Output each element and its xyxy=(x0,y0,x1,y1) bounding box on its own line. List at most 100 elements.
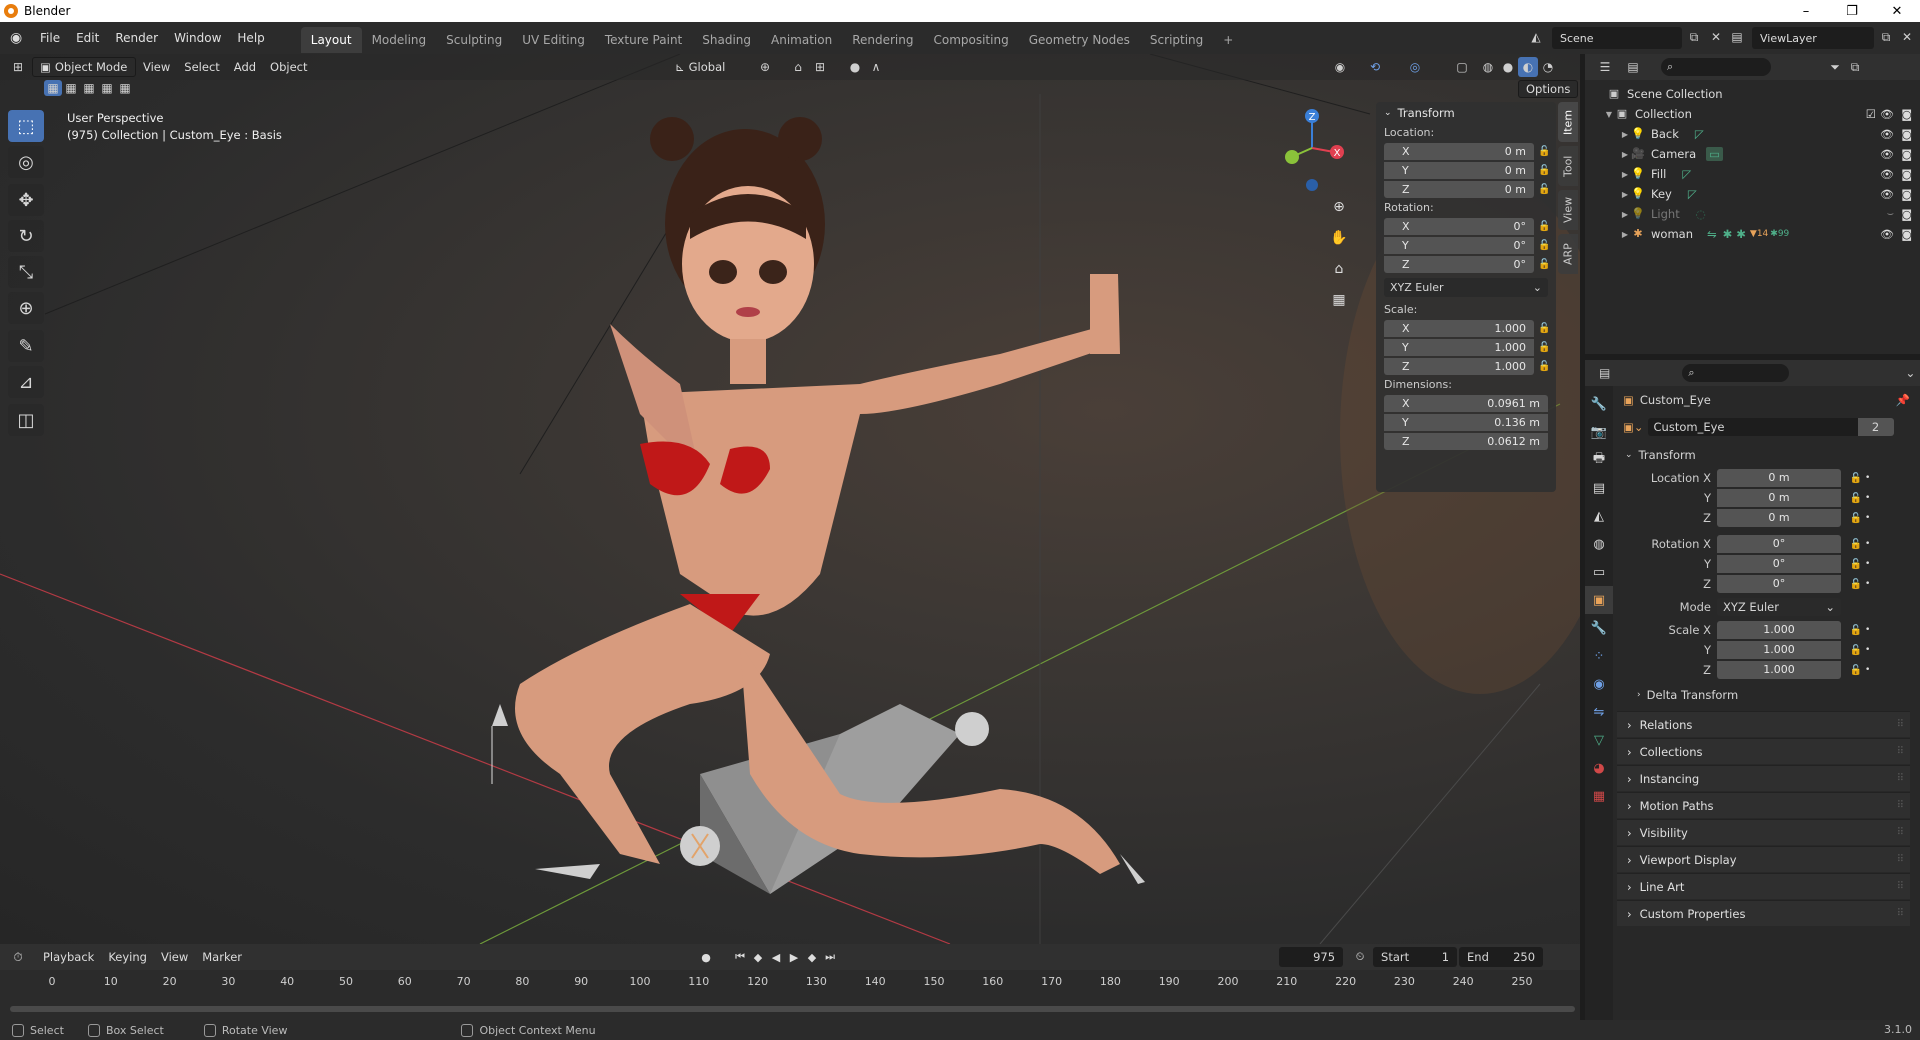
menu-timeline-view[interactable]: View xyxy=(154,947,195,967)
lock-icon[interactable]: 🔓 xyxy=(1538,342,1550,353)
collection-row[interactable]: ▼ ▣ Collection ☑ 👁 ◙ xyxy=(1585,104,1920,124)
add-cube-tool-icon[interactable]: ◫ xyxy=(8,404,44,436)
minimize-button[interactable]: – xyxy=(1783,0,1829,22)
rotation-mode-dropdown[interactable]: XYZ Euler ⌄ xyxy=(1384,278,1548,297)
camera-render-icon[interactable]: ◙ xyxy=(1901,108,1912,121)
location-x-field[interactable]: X 0 m xyxy=(1384,143,1534,160)
drag-handle-icon[interactable]: ⠿ xyxy=(1897,881,1904,892)
tab-modeling[interactable]: Modeling xyxy=(362,27,437,53)
tool-props-icon[interactable]: 🔧 xyxy=(1585,390,1613,418)
location-y-field[interactable]: Y 0 m xyxy=(1384,162,1534,179)
keyframe-dot-icon[interactable]: • xyxy=(1865,473,1873,483)
view-layer-icon[interactable]: ▤ xyxy=(1727,27,1747,47)
panel-collections[interactable]: › Collections ⠿ xyxy=(1617,738,1910,764)
dimensions-z-field[interactable]: Z 0.0612 m xyxy=(1384,433,1548,450)
select-extend-icon[interactable]: ▦ xyxy=(62,80,80,96)
drag-handle-icon[interactable]: ⠿ xyxy=(1897,854,1904,865)
options-button[interactable]: Options xyxy=(1518,80,1579,98)
object-browse-icon[interactable]: ▣⌄ xyxy=(1623,420,1644,434)
cursor-tool-icon[interactable]: ◎ xyxy=(8,146,44,178)
rotation-x-input[interactable]: 0° xyxy=(1717,535,1841,553)
eye-icon[interactable]: 👁 xyxy=(1880,188,1894,201)
render-props-icon[interactable]: 📷 xyxy=(1585,418,1613,446)
ortho-grid-icon[interactable]: ▦ xyxy=(1326,287,1352,313)
lock-icon[interactable]: 🔓 xyxy=(1847,625,1865,636)
tab-texture-paint[interactable]: Texture Paint xyxy=(595,27,692,53)
rotation-z-field[interactable]: Z 0° xyxy=(1384,256,1534,273)
scale-z-input[interactable]: 1.000 xyxy=(1717,661,1841,679)
scale-z-field[interactable]: Z 1.000 xyxy=(1384,358,1534,375)
transform-section-header[interactable]: ⌄ Transform xyxy=(1617,442,1920,468)
physics-props-icon[interactable]: ◉ xyxy=(1585,670,1613,698)
tab-tool[interactable]: Tool xyxy=(1558,146,1578,186)
menu-help[interactable]: Help xyxy=(229,22,272,54)
particles-props-icon[interactable]: ⁘ xyxy=(1585,642,1613,670)
drag-handle-icon[interactable]: ⠿ xyxy=(1897,908,1904,919)
collection-props-icon[interactable]: ▭ xyxy=(1585,558,1613,586)
location-y-input[interactable]: 0 m xyxy=(1717,489,1841,507)
snap-icon[interactable]: ⌂ xyxy=(788,57,808,77)
scale-x-input[interactable]: 1.000 xyxy=(1717,621,1841,639)
jump-start-icon[interactable]: ⏮ xyxy=(731,947,749,967)
mesh-data-props-icon[interactable]: ▽ xyxy=(1585,726,1613,754)
display-mode-icon[interactable]: ▤ xyxy=(1623,57,1643,77)
menu-select[interactable]: Select xyxy=(177,57,226,77)
material-shading-icon[interactable]: ◐ xyxy=(1518,57,1538,77)
restore-button[interactable]: ❐ xyxy=(1829,0,1875,22)
remove-scene-icon[interactable]: ✕ xyxy=(1706,27,1726,47)
view-layer-selector[interactable]: ViewLayer xyxy=(1752,27,1874,49)
scene-collection-row[interactable]: ▣ Scene Collection xyxy=(1585,84,1920,104)
pan-hand-icon[interactable]: ✋ xyxy=(1326,225,1352,251)
measure-tool-icon[interactable]: ⊿ xyxy=(8,366,44,398)
navigation-gizmo[interactable]: Z X xyxy=(1282,106,1352,196)
options-chevron-icon[interactable]: ⌄ xyxy=(1901,363,1920,383)
expand-right-icon[interactable]: ▶ xyxy=(1619,230,1631,239)
start-frame-field[interactable]: Start 1 xyxy=(1373,947,1458,967)
keyframe-dot-icon[interactable]: • xyxy=(1865,493,1873,503)
panel-custom-properties[interactable]: › Custom Properties ⠿ xyxy=(1617,900,1910,926)
location-x-input[interactable]: 0 m xyxy=(1717,469,1841,487)
keyframe-dot-icon[interactable]: • xyxy=(1865,539,1873,549)
material-props-icon[interactable]: ◕ xyxy=(1585,754,1613,782)
eye-icon[interactable]: 👁 xyxy=(1880,148,1894,161)
outliner-item-key[interactable]: ▶ 💡 Key ◸ 👁 ◙ xyxy=(1585,184,1920,204)
camera-render-icon[interactable]: ◙ xyxy=(1901,208,1912,221)
select-intersect-icon[interactable]: ▦ xyxy=(116,80,134,96)
constraint-props-icon[interactable]: ⇋ xyxy=(1585,698,1613,726)
outliner-item-light[interactable]: ▶ 💡 Light ◌ ⌣ ◙ xyxy=(1585,204,1920,224)
lock-icon[interactable]: 🔓 xyxy=(1847,493,1865,504)
menu-file[interactable]: File xyxy=(32,22,68,54)
lock-icon[interactable]: 🔓 xyxy=(1847,473,1865,484)
eye-icon[interactable]: 👁 xyxy=(1880,128,1894,141)
properties-search-input[interactable]: ⌕ xyxy=(1682,364,1789,382)
menu-object[interactable]: Object xyxy=(263,57,314,77)
menu-keying[interactable]: Keying xyxy=(101,947,154,967)
wireframe-shading-icon[interactable]: ◍ xyxy=(1478,57,1498,77)
menu-playback[interactable]: Playback xyxy=(36,947,101,967)
3d-viewport[interactable]: ⊞ ▣ Object Mode View Select Add Object ⊾… xyxy=(0,54,1580,944)
scene-props-icon[interactable]: ◭ xyxy=(1585,502,1613,530)
object-name-field[interactable]: Custom_Eye xyxy=(1647,418,1858,436)
scene-icon[interactable]: ◭ xyxy=(1526,27,1546,47)
menu-view[interactable]: View xyxy=(136,57,177,77)
transform-orientation[interactable]: ⊾ Global xyxy=(668,57,732,77)
falloff-icon[interactable]: ∧ xyxy=(866,57,886,77)
texture-props-icon[interactable]: ▦ xyxy=(1585,782,1613,810)
lock-icon[interactable]: 🔓 xyxy=(1847,513,1865,524)
view-layer-props-icon[interactable]: ▤ xyxy=(1585,474,1613,502)
gizmo-icon[interactable]: ⟲ xyxy=(1365,57,1385,77)
eye-icon[interactable]: 👁 xyxy=(1880,168,1894,181)
menu-add[interactable]: Add xyxy=(227,57,263,77)
drag-handle-icon[interactable]: ⠿ xyxy=(1897,719,1904,730)
solid-shading-icon[interactable]: ● xyxy=(1498,57,1518,77)
filter-icon[interactable]: ⏷ xyxy=(1825,57,1845,77)
jump-end-icon[interactable]: ⏭ xyxy=(821,947,839,967)
lock-icon[interactable]: 🔓 xyxy=(1538,361,1550,372)
select-new-icon[interactable]: ▦ xyxy=(44,80,62,96)
outliner-editor-type-icon[interactable]: ☰ xyxy=(1595,57,1615,77)
xray-icon[interactable]: ▢ xyxy=(1452,57,1472,77)
rotation-mode-select[interactable]: XYZ Euler ⌄ xyxy=(1717,598,1841,616)
select-box-tool-icon[interactable]: ⬚ xyxy=(8,110,44,142)
users-count[interactable]: 2 xyxy=(1857,418,1894,436)
new-scene-icon[interactable]: ⧉ xyxy=(1684,27,1704,47)
